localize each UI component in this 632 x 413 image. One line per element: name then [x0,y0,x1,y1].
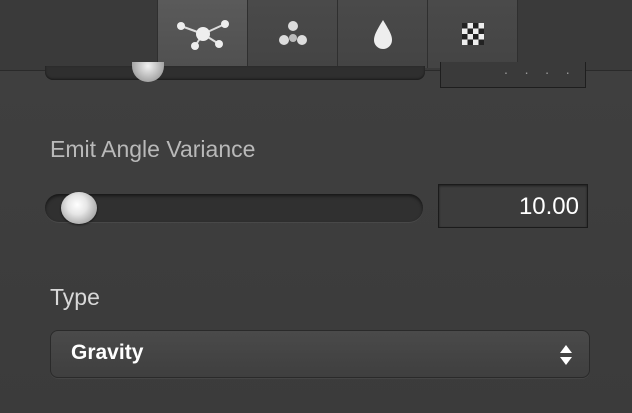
emit-angle-variance-slider[interactable] [45,194,423,222]
inspector-toolbar [0,0,632,71]
emit-angle-variance-field[interactable]: 10.00 [438,184,588,228]
previous-slider-track[interactable] [45,66,425,80]
emit-angle-variance-slider-knob[interactable] [60,192,97,224]
molecule-icon [176,20,229,50]
checker-icon [461,23,484,45]
particles-icon [278,21,307,45]
emit-angle-variance-label: Emit Angle Variance [50,136,256,162]
drop-icon [373,20,392,49]
tab-emitter[interactable] [157,0,247,68]
type-label: Type [50,284,100,310]
tab-color[interactable] [337,0,427,68]
particle-inspector-panel: · · · · Emit Angle Variance 10.00 Type G… [0,0,632,413]
tab-particles[interactable] [247,0,337,68]
previous-value-text: · · · · [503,64,576,80]
tab-texture[interactable] [427,0,517,68]
type-select-value: Gravity [71,341,144,364]
type-select[interactable]: Gravity [50,330,590,378]
tab-divider [517,0,518,68]
up-down-arrows-icon [560,345,572,365]
